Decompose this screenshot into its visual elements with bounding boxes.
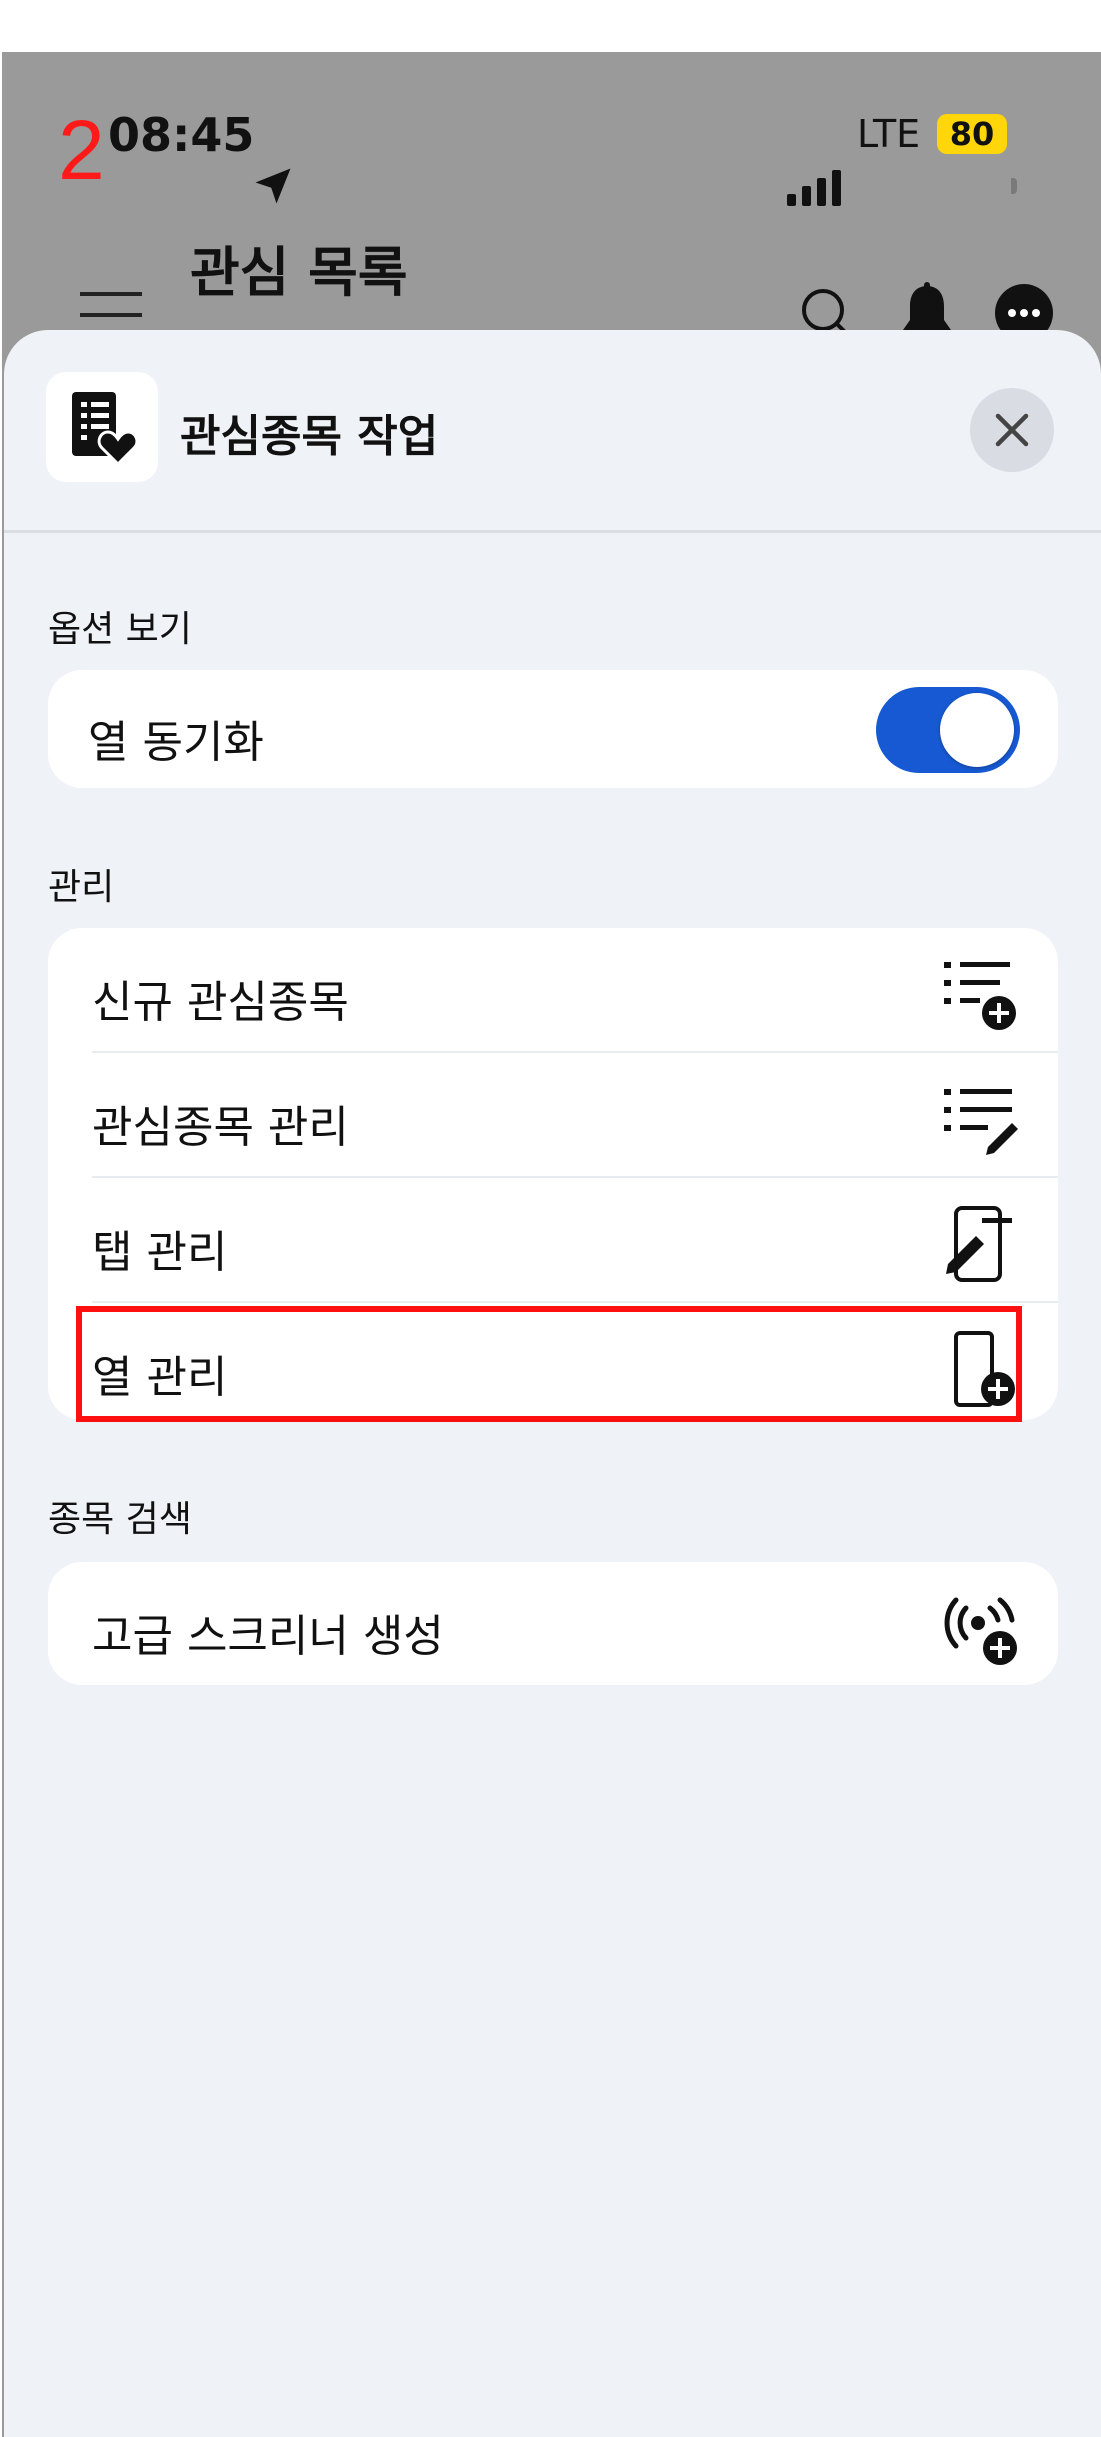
row-advanced-screener[interactable]: 고급 스크리너 생성 bbox=[92, 1562, 1058, 1685]
watchlist-actions-sheet: 관심종목 작업 옵션 보기 열 동기화 관리 신규 관심종목 관심종목 관리 탭… bbox=[4, 330, 1101, 2437]
sheet-header: 관심종목 작업 bbox=[4, 330, 1101, 533]
cell-signal-icon bbox=[787, 170, 841, 206]
list-edit-icon bbox=[944, 1089, 1018, 1155]
row-label: 탭 관리 bbox=[92, 1227, 228, 1278]
column-add-icon bbox=[954, 1331, 1015, 1407]
view-options-card: 열 동기화 bbox=[48, 670, 1058, 788]
tab-edit-icon bbox=[946, 1206, 1012, 1282]
close-button[interactable] bbox=[970, 388, 1054, 472]
status-time: 08:45 bbox=[108, 108, 255, 162]
row-label: 관심종목 관리 bbox=[92, 1102, 349, 1153]
section-label-symbol-search: 종목 검색 bbox=[48, 1499, 192, 1540]
toggle-knob bbox=[940, 693, 1014, 767]
manage-card: 신규 관심종목 관심종목 관리 탭 관리 열 관리 bbox=[48, 928, 1058, 1420]
page-title: 관심 목록 bbox=[190, 241, 408, 304]
step-number-annotation: 2 bbox=[58, 103, 105, 197]
close-icon bbox=[995, 413, 1029, 447]
row-label: 신규 관심종목 bbox=[92, 977, 349, 1028]
section-label-view-options: 옵션 보기 bbox=[48, 609, 192, 650]
row-new-watchlist[interactable]: 신규 관심종목 bbox=[92, 928, 1058, 1053]
screener-add-icon bbox=[944, 1597, 1017, 1665]
symbol-search-card: 고급 스크리너 생성 bbox=[48, 1562, 1058, 1685]
watchlist-heart-icon bbox=[72, 392, 138, 466]
section-label-manage: 관리 bbox=[48, 867, 115, 908]
battery-level: 80 bbox=[949, 115, 995, 153]
location-arrow-icon bbox=[255, 168, 291, 204]
row-column-sync[interactable]: 열 동기화 bbox=[88, 670, 1058, 788]
row-manage-tabs[interactable]: 탭 관리 bbox=[92, 1178, 1058, 1303]
row-manage-watchlist[interactable]: 관심종목 관리 bbox=[92, 1053, 1058, 1178]
row-label: 고급 스크리너 생성 bbox=[92, 1611, 444, 1662]
row-manage-columns[interactable]: 열 관리 bbox=[92, 1303, 1058, 1420]
watchlist-icon-box bbox=[46, 372, 158, 482]
list-add-icon bbox=[944, 962, 1016, 1030]
battery-tip bbox=[1011, 178, 1017, 194]
sheet-title: 관심종목 작업 bbox=[180, 411, 439, 462]
battery-indicator: 80 bbox=[937, 114, 1007, 154]
row-label: 열 동기화 bbox=[88, 717, 264, 768]
network-type: LTE bbox=[857, 112, 921, 156]
row-label: 열 관리 bbox=[92, 1352, 228, 1403]
column-sync-toggle[interactable] bbox=[876, 687, 1020, 773]
